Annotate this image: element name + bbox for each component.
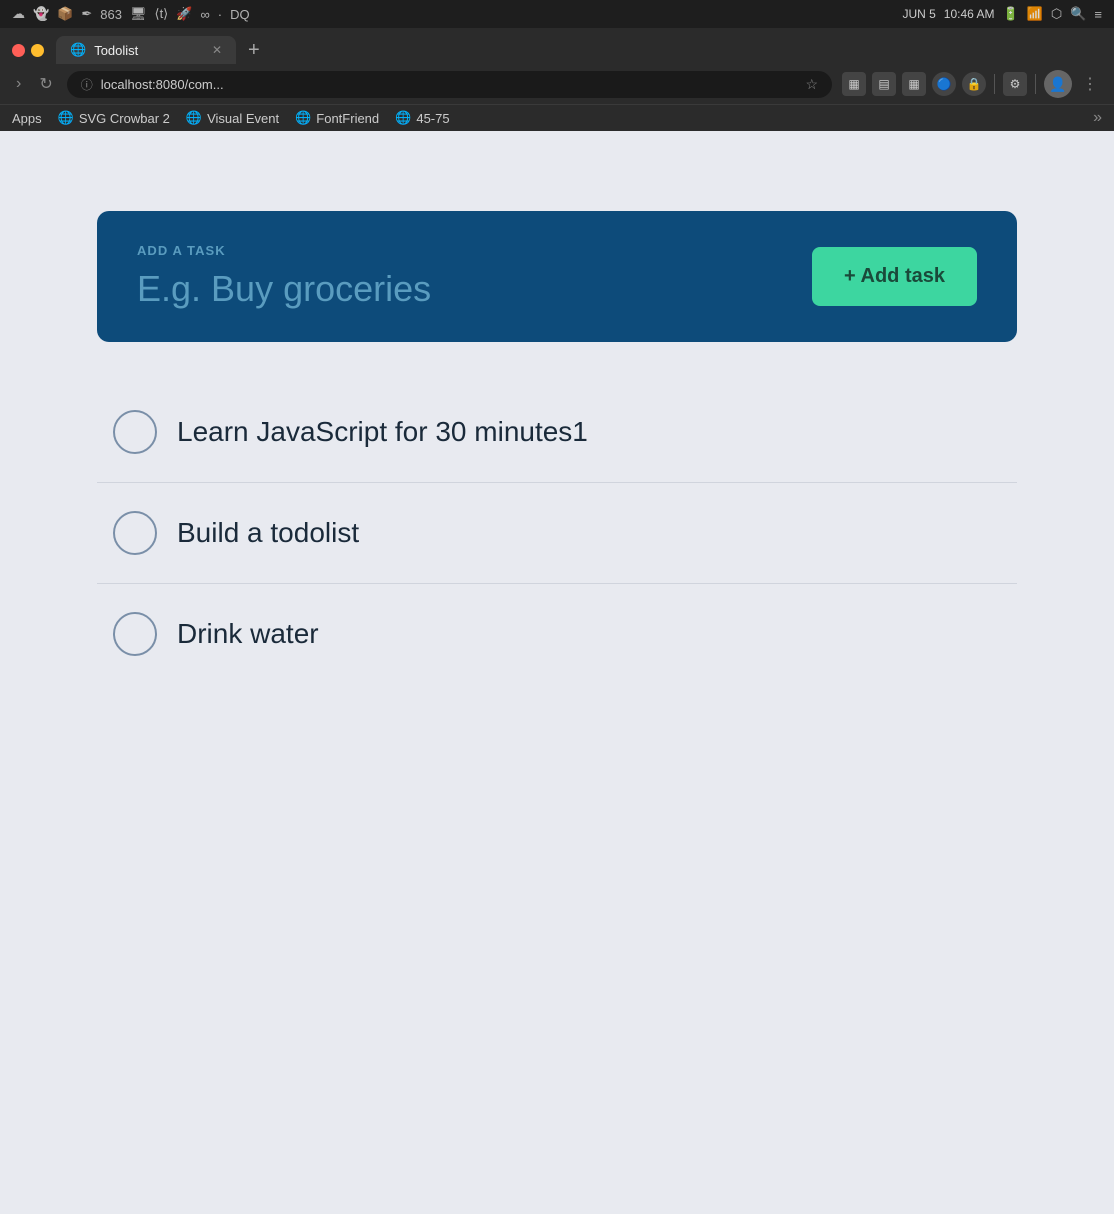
tab-close-button[interactable]: ✕ xyxy=(212,43,222,57)
menu-icon[interactable]: ≡ xyxy=(1094,7,1102,22)
transit-icon: ⟨t⟩ xyxy=(155,6,169,22)
add-task-left: Add a task xyxy=(137,243,780,310)
system-bar: ☁ 👻 📦 ✒ 863 🖥 ⟨t⟩ 🚀 ∞ · DQ JUN 5 10:46 A… xyxy=(0,0,1114,28)
toolbar-icon-2[interactable]: ▤ xyxy=(872,72,896,96)
bookmark-visual-event-label: Visual Event xyxy=(207,111,279,126)
browser-chrome: 🌐 Todolist ✕ + › ↻ ⓘ localhost:8080/com.… xyxy=(0,28,1114,131)
toolbar-icon-4[interactable]: 🔵 xyxy=(932,72,956,96)
bookmark-45-75-icon: 🌐 xyxy=(395,110,411,126)
active-tab[interactable]: 🌐 Todolist ✕ xyxy=(56,36,236,64)
dropbox-icon: 📦 xyxy=(57,6,73,22)
task-checkbox-3[interactable] xyxy=(113,612,157,656)
wifi-icon: 📶 xyxy=(1027,6,1043,22)
more-options-icon[interactable]: ⋮ xyxy=(1078,72,1102,96)
minimize-window-button[interactable] xyxy=(31,44,44,57)
badge-863: 863 xyxy=(100,7,122,22)
close-window-button[interactable] xyxy=(12,44,25,57)
toolbar-separator xyxy=(994,74,995,94)
snapchat-icon: 👻 xyxy=(33,6,49,22)
bookmark-svg-crowbar[interactable]: 🌐 SVG Crowbar 2 xyxy=(58,110,170,126)
bookmark-fontfriend[interactable]: 🌐 FontFriend xyxy=(295,110,379,126)
task-item: Learn JavaScript for 30 minutes1 xyxy=(97,382,1017,483)
url-text: localhost:8080/com... xyxy=(101,77,798,92)
rocket-icon: 🚀 xyxy=(176,6,192,22)
bookmark-fontfriend-label: FontFriend xyxy=(316,111,379,126)
add-task-label: Add a task xyxy=(137,243,780,258)
new-tab-button[interactable]: + xyxy=(240,37,268,64)
toolbar-separator-2 xyxy=(1035,74,1036,94)
page-content: Add a task + Add task Learn JavaScript f… xyxy=(0,131,1114,1207)
dot-separator: · xyxy=(218,7,222,22)
cloud-icon: ☁ xyxy=(12,6,25,22)
date-display: JUN 5 xyxy=(902,7,935,21)
bookmarks-more-button[interactable]: » xyxy=(1093,109,1102,127)
infinity-icon: ∞ xyxy=(200,7,209,22)
system-bar-left: ☁ 👻 📦 ✒ 863 🖥 ⟨t⟩ 🚀 ∞ · DQ xyxy=(12,6,250,22)
bookmark-visual-event[interactable]: 🌐 Visual Event xyxy=(186,110,279,126)
bookmark-svg-crowbar-label: SVG Crowbar 2 xyxy=(79,111,170,126)
bookmark-45-75[interactable]: 🌐 45-75 xyxy=(395,110,449,126)
info-icon: ⓘ xyxy=(81,76,93,93)
bookmark-45-75-label: 45-75 xyxy=(416,111,449,126)
add-task-button-label: + Add task xyxy=(844,265,945,288)
task-text-3: Drink water xyxy=(177,618,319,650)
monitor-icon: 🖥 xyxy=(130,6,147,22)
battery-icon: 🔋 xyxy=(1002,6,1018,22)
tab-bar: 🌐 Todolist ✕ + xyxy=(0,28,1114,64)
bookmark-visual-event-icon: 🌐 xyxy=(186,110,202,126)
toolbar-icons: ▦ ▤ ▦ 🔵 🔒 ⚙ 👤 ⋮ xyxy=(842,70,1102,98)
dq-icon: DQ xyxy=(230,7,250,22)
task-list: Learn JavaScript for 30 minutes1 Build a… xyxy=(97,382,1017,684)
forward-button[interactable]: › xyxy=(12,73,25,95)
add-task-button[interactable]: + Add task xyxy=(812,247,977,306)
search-icon[interactable]: 🔍 xyxy=(1070,6,1086,22)
bluetooth-icon: ⬡ xyxy=(1051,6,1062,22)
task-text-1: Learn JavaScript for 30 minutes1 xyxy=(177,416,588,448)
add-task-card: Add a task + Add task xyxy=(97,211,1017,342)
pen-icon: ✒ xyxy=(81,6,92,22)
tab-favicon: 🌐 xyxy=(70,42,86,58)
system-bar-right: JUN 5 10:46 AM 🔋 📶 ⬡ 🔍 ≡ xyxy=(902,6,1102,22)
traffic-lights xyxy=(8,44,52,57)
task-item: Build a todolist xyxy=(97,483,1017,584)
bookmark-apps[interactable]: Apps xyxy=(12,111,42,126)
task-item: Drink water xyxy=(97,584,1017,684)
reload-button[interactable]: ↻ xyxy=(35,72,56,96)
url-field[interactable]: ⓘ localhost:8080/com... ☆ xyxy=(67,71,832,98)
address-bar: › ↻ ⓘ localhost:8080/com... ☆ ▦ ▤ ▦ 🔵 🔒 … xyxy=(0,64,1114,104)
toolbar-icon-5[interactable]: 🔒 xyxy=(962,72,986,96)
toolbar-icon-1[interactable]: ▦ xyxy=(842,72,866,96)
bookmark-svg-crowbar-icon: 🌐 xyxy=(58,110,74,126)
add-task-input[interactable] xyxy=(137,268,780,310)
bookmark-star-icon[interactable]: ☆ xyxy=(805,76,818,93)
task-checkbox-2[interactable] xyxy=(113,511,157,555)
tab-title: Todolist xyxy=(94,43,138,58)
gear-icon[interactable]: ⚙ xyxy=(1003,72,1027,96)
task-text-2: Build a todolist xyxy=(177,517,359,549)
bookmark-fontfriend-icon: 🌐 xyxy=(295,110,311,126)
avatar[interactable]: 👤 xyxy=(1044,70,1072,98)
toolbar-icon-3[interactable]: ▦ xyxy=(902,72,926,96)
bookmark-apps-label: Apps xyxy=(12,111,42,126)
bookmarks-bar: Apps 🌐 SVG Crowbar 2 🌐 Visual Event 🌐 Fo… xyxy=(0,104,1114,131)
task-checkbox-1[interactable] xyxy=(113,410,157,454)
time-display: 10:46 AM xyxy=(944,7,995,21)
